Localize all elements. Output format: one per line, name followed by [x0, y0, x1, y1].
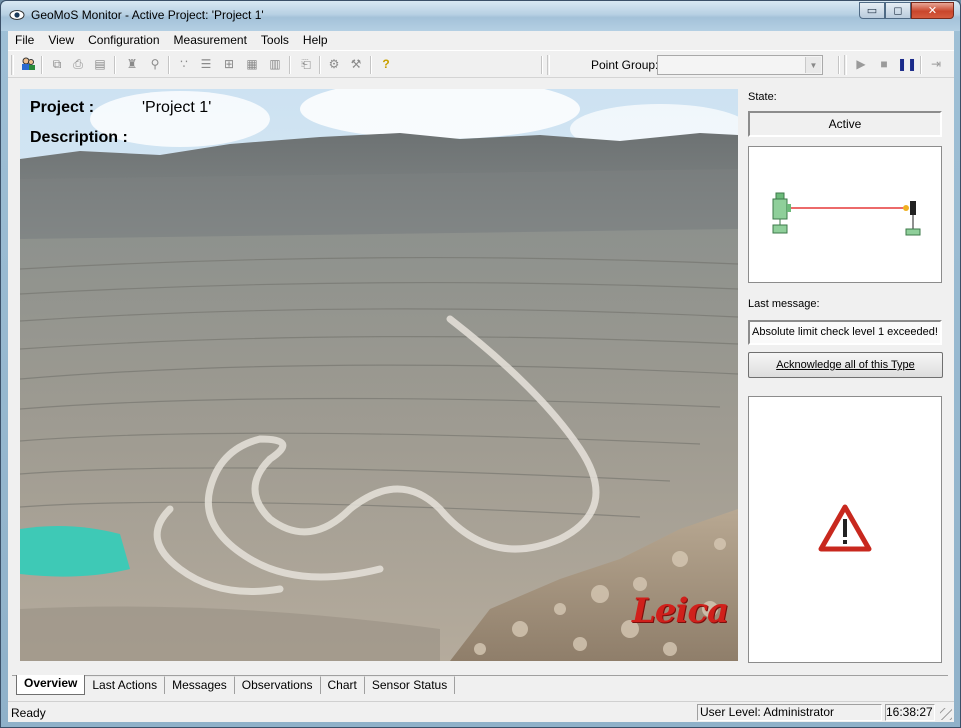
stop-icon[interactable]: ■: [876, 56, 892, 72]
state-field: Active: [748, 111, 942, 137]
resize-grip-icon[interactable]: [940, 708, 952, 720]
tool-icon[interactable]: ⚲: [147, 56, 163, 72]
chevron-down-icon[interactable]: ▼: [805, 57, 821, 73]
sensor-icon[interactable]: ♜: [124, 56, 140, 72]
leica-logo: Leica: [632, 591, 729, 631]
users-icon[interactable]: [20, 56, 36, 72]
client-area: File View Configuration Measurement Tool…: [8, 31, 954, 722]
window-title: GeoMoS Monitor - Active Project: 'Projec…: [31, 8, 264, 22]
points-icon[interactable]: ∵: [176, 56, 192, 72]
toolbar-grip[interactable]: [547, 55, 550, 75]
toolbar: ⧉ ⎙ ▤ ♜ ⚲ ∵ ☰ ⊞ ▦ ▥ ⎗ ⚙ ⚒ ? Point Group:…: [8, 50, 954, 78]
last-message-label: Last message:: [748, 298, 820, 310]
project-image: Project : 'Project 1' Description : Leic…: [20, 89, 738, 661]
tab-last-actions[interactable]: Last Actions: [85, 676, 166, 694]
menu-configuration[interactable]: Configuration: [81, 32, 166, 49]
grid-icon[interactable]: ⊞: [221, 56, 237, 72]
project-name: 'Project 1': [142, 99, 212, 116]
point-group-select[interactable]: ▼: [657, 55, 823, 75]
close-icon: ✕: [927, 5, 938, 17]
book-icon[interactable]: ▥: [267, 56, 283, 72]
last-message-field: Absolute limit check level 1 exceeded! (: [748, 320, 942, 345]
settings-icon[interactable]: ⚙: [326, 56, 342, 72]
tools-icon[interactable]: ⚒: [348, 56, 364, 72]
maximize-icon: ◻: [893, 5, 903, 17]
tab-overview[interactable]: Overview: [16, 675, 86, 695]
menu-view[interactable]: View: [41, 32, 81, 49]
toolbar-separator: [289, 56, 291, 74]
chart-icon[interactable]: ▦: [244, 56, 260, 72]
toolbar-separator: [114, 56, 116, 74]
close-button[interactable]: ✕: [911, 2, 954, 19]
sensor-diagram: [748, 146, 942, 283]
layers-icon[interactable]: ☰: [198, 56, 214, 72]
print-icon[interactable]: ⎙: [70, 56, 86, 72]
toolbar-grip[interactable]: [844, 55, 847, 75]
menu-measurement[interactable]: Measurement: [167, 32, 254, 49]
menu-help[interactable]: Help: [296, 32, 335, 49]
tab-sensor-status[interactable]: Sensor Status: [364, 676, 456, 694]
point-group-label: Point Group:: [591, 58, 659, 72]
prism-icon: [903, 201, 921, 236]
maximize-button[interactable]: ◻: [885, 2, 911, 19]
app-window: GeoMoS Monitor - Active Project: 'Projec…: [0, 0, 961, 728]
warning-panel: [748, 396, 942, 663]
minimize-icon: ▭: [866, 5, 878, 17]
status-time: 16:38:27: [885, 704, 935, 721]
last-message-value: Absolute limit check level 1 exceeded! (: [752, 326, 942, 338]
play-icon[interactable]: ▶: [853, 56, 869, 72]
pause-icon[interactable]: ❚❚: [897, 56, 917, 72]
status-bar: Ready User Level: Administrator 16:38:27: [8, 701, 954, 722]
tab-chart[interactable]: Chart: [320, 676, 365, 694]
toolbar-separator: [168, 56, 170, 74]
warning-icon: [818, 504, 872, 552]
toolbar-separator: [920, 56, 922, 74]
sensor-link-diagram: [772, 192, 921, 236]
acknowledge-all-label: Acknowledge all of this Type: [776, 359, 915, 371]
step-icon[interactable]: ⇥: [928, 56, 944, 72]
project-label: Project :: [30, 99, 95, 116]
tab-messages[interactable]: Messages: [165, 676, 235, 694]
description-label: Description :: [30, 129, 128, 146]
toolbar-grip[interactable]: [11, 55, 14, 75]
title-bar[interactable]: GeoMoS Monitor - Active Project: 'Projec…: [1, 1, 960, 31]
menu-bar: File View Configuration Measurement Tool…: [8, 31, 954, 49]
toolbar-separator: [41, 56, 43, 74]
toolbar-separator: [838, 56, 840, 74]
menu-file[interactable]: File: [8, 32, 41, 49]
copy-icon[interactable]: ⧉: [49, 56, 65, 72]
state-value: Active: [828, 117, 862, 131]
print-preview-icon[interactable]: ▤: [92, 56, 108, 72]
minimize-button[interactable]: ▭: [859, 2, 885, 19]
total-station-icon: [772, 192, 791, 234]
toolbar-separator: [541, 56, 543, 74]
export-icon[interactable]: ⎗: [298, 56, 314, 72]
acknowledge-all-button[interactable]: Acknowledge all of this Type: [748, 352, 943, 378]
menu-tools[interactable]: Tools: [254, 32, 296, 49]
view-tabs: Overview Last Actions Messages Observati…: [16, 675, 456, 695]
state-label: State:: [748, 91, 777, 103]
tab-observations[interactable]: Observations: [234, 676, 321, 694]
status-user-level: User Level: Administrator: [697, 704, 882, 721]
toolbar-separator: [370, 56, 372, 74]
help-icon[interactable]: ?: [378, 56, 394, 72]
mine-photo: [20, 89, 738, 661]
toolbar-separator: [319, 56, 321, 74]
status-ready: Ready: [11, 706, 46, 720]
eye-icon: [9, 10, 25, 20]
